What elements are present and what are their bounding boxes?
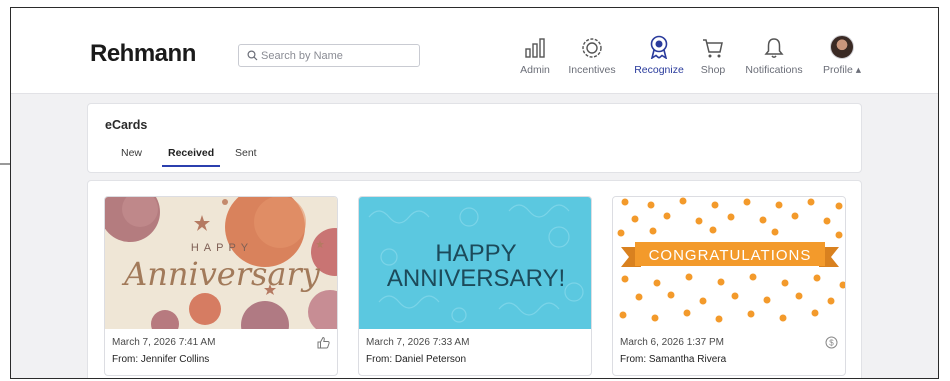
ecard-image-happy-anniversary: HAPPY ANNIVERSARY! (359, 197, 591, 329)
ecard-sender: From: Samantha Rivera (620, 354, 727, 365)
ecard-image-script-text: Anniversary (121, 255, 321, 293)
ecard-sender: From: Jennifer Collins (112, 354, 210, 365)
ecard-item[interactable]: HAPPY Anniversary March 7, 2026 7:41 AM … (104, 196, 338, 376)
search-icon (247, 50, 258, 61)
app-window: Rehmann Admin (10, 7, 939, 379)
ecard-image-happy-text: HAPPY (191, 242, 253, 254)
cards-grid: HAPPY Anniversary March 7, 2026 7:41 AM … (87, 180, 862, 378)
ecard-image-banner-text: CONGRATULATIONS (649, 247, 812, 264)
avatar (830, 35, 854, 59)
ecard-image-line1: HAPPY (435, 240, 516, 267)
search-input[interactable] (261, 47, 411, 64)
thumbs-up-icon[interactable] (317, 336, 330, 349)
company-logo[interactable]: Rehmann (90, 40, 196, 68)
nav-profile-label: Profile ▴ (823, 64, 861, 76)
top-header: Rehmann Admin (11, 8, 938, 94)
ecard-image-line2: ANNIVERSARY! (387, 265, 565, 292)
page-title: eCards (105, 118, 148, 132)
ecards-panel: eCards New Received Sent (87, 103, 862, 173)
ecard-date: March 7, 2026 7:41 AM (112, 337, 216, 348)
badge-icon (582, 38, 602, 58)
ecard-image-congratulations: CONGRATULATIONS (613, 197, 845, 329)
nav-profile[interactable]: Profile ▴ (797, 33, 887, 76)
nav-shop-label: Shop (700, 64, 726, 76)
cart-icon (703, 39, 723, 58)
nav-incentives-label: Incentives (568, 64, 616, 76)
ecard-image-anniversary: HAPPY Anniversary (105, 197, 337, 329)
ecard-item[interactable]: HAPPY ANNIVERSARY! March 7, 2026 7:33 AM… (358, 196, 592, 376)
ecard-date: March 6, 2026 1:37 PM (620, 337, 724, 348)
bell-icon (764, 38, 784, 58)
bar-chart-icon (525, 38, 545, 58)
nav-admin-label: Admin (520, 64, 550, 76)
ecard-sender: From: Daniel Peterson (366, 354, 467, 365)
svg-text:$: $ (829, 339, 834, 348)
tab-new[interactable]: New (121, 147, 142, 165)
nav-notifications-label: Notifications (745, 64, 803, 76)
tab-received[interactable]: Received (162, 147, 221, 167)
search-box[interactable] (238, 44, 420, 67)
ecard-item[interactable]: CONGRATULATIONS March 6, 2026 1:37 PM Fr… (612, 196, 846, 376)
award-ribbon-icon (650, 35, 668, 59)
tab-sent[interactable]: Sent (235, 147, 257, 165)
dollar-circle-icon[interactable]: $ (825, 336, 838, 349)
ecard-date: March 7, 2026 7:33 AM (366, 337, 470, 348)
